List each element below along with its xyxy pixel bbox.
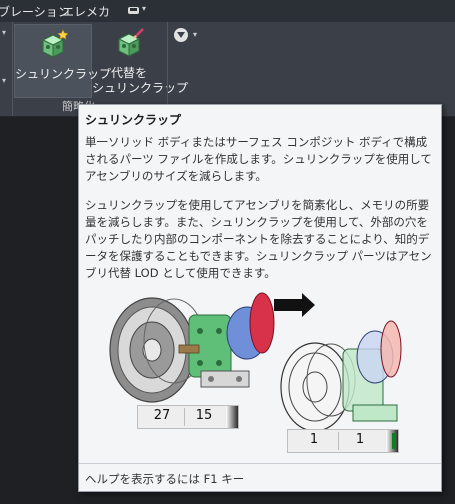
tooltip-help-hint: ヘルプを表示するには F1 キー	[85, 472, 245, 486]
panel-options-button[interactable]: ▾	[174, 28, 202, 46]
component-count-after: 1 1	[287, 429, 399, 453]
shrinkwrap-substitute-label-line2: シュリンクラップ	[92, 81, 189, 95]
tooltip-details: シュリンクラップを使用してアセンブリを簡素化し、メモリの所要量を減らします。また…	[85, 198, 432, 280]
chevron-down-icon: ▾	[142, 4, 147, 13]
count-value: 1	[309, 432, 319, 447]
options-icon	[174, 28, 188, 42]
counter-divider	[338, 432, 339, 450]
shrinkwrap-button[interactable]: シュリンクラップ	[14, 24, 112, 98]
menu-bar: ブレーション エレメカ ▾	[0, 0, 455, 22]
chevron-down-icon[interactable]: ▾	[2, 28, 6, 37]
ribbon-left-edge: ▾ ▾	[0, 22, 13, 116]
shrinkwrap-icon	[41, 29, 68, 58]
window-icon	[128, 7, 139, 14]
tooltip: シュリンクラップ 単一ソリッド ボディまたはサーフェス コンポジット ボディで構…	[78, 104, 442, 492]
component-count-before: 27 15	[137, 405, 239, 429]
count-value: 15	[195, 408, 213, 423]
count-value: 27	[153, 408, 171, 423]
menu-item-simulation[interactable]: ブレーション	[0, 3, 70, 20]
shrinkwrap-substitute-icon	[117, 28, 144, 57]
shrinkwrap-label: シュリンクラップ	[15, 67, 112, 81]
counter-gauge	[226, 406, 238, 428]
counter-divider	[184, 408, 185, 426]
count-value: 1	[355, 432, 365, 447]
tooltip-description: 単一ソリッド ボディまたはサーフェス コンポジット ボディで構成されるパーツ フ…	[85, 135, 432, 183]
quick-access-dropdown[interactable]: ▾	[128, 4, 154, 18]
ribbon-separator	[167, 22, 168, 116]
tooltip-divider	[79, 463, 441, 464]
tooltip-title: シュリンクラップ	[85, 113, 182, 127]
counter-gauge	[386, 430, 398, 452]
ribbon-panel: ▾ ▾ シュリンクラップ 代替を シュリンクラップ 簡略化 ▾	[0, 22, 455, 117]
gauge-indicator	[392, 433, 395, 449]
menu-item-electromechanical[interactable]: エレメカ	[62, 3, 110, 20]
chevron-down-icon[interactable]: ▾	[2, 76, 6, 85]
chevron-down-icon: ▾	[193, 30, 198, 39]
shrinkwrap-substitute-button[interactable]: 代替を シュリンクラップ	[92, 24, 189, 96]
